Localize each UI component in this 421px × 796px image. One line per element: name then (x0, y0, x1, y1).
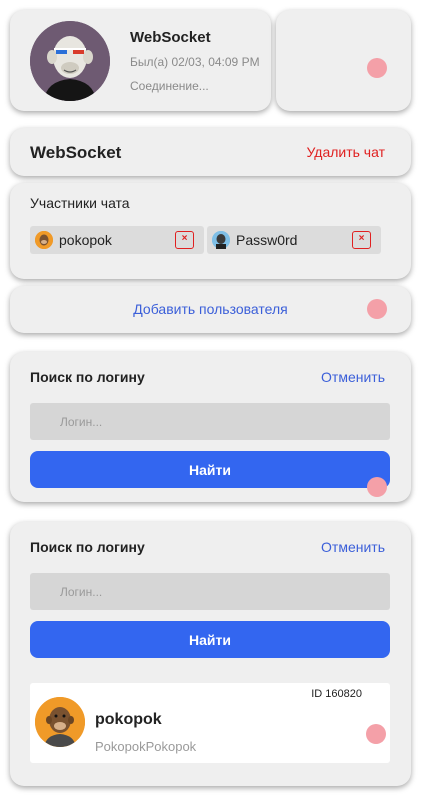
login-search-input[interactable] (30, 403, 390, 440)
last-seen-text: Был(а) 02/03, 04:09 PM (130, 55, 260, 69)
search-label: Поиск по логину (30, 539, 145, 555)
add-user-card[interactable]: Добавить пользователя (10, 286, 411, 333)
cancel-search-button[interactable]: Отменить (321, 369, 385, 385)
ape-avatar-icon (35, 697, 85, 747)
search-panel: Поиск по логину Отменить Найти ID 160820… (10, 522, 411, 786)
connection-status: Соединение... (130, 79, 209, 93)
delete-chat-button[interactable]: Удалить чат (306, 144, 385, 160)
find-button[interactable]: Найти (30, 621, 390, 658)
remove-participant-button[interactable]: × (352, 231, 371, 249)
chat-avatar[interactable] (30, 21, 110, 101)
result-user-login: PokopokPokopok (95, 739, 197, 754)
cancel-search-button[interactable]: Отменить (321, 539, 385, 555)
search-label: Поиск по логину (30, 369, 145, 385)
result-avatar (35, 697, 85, 747)
touch-indicator (367, 58, 387, 78)
touch-indicator (367, 477, 387, 497)
chat-header-card: WebSocket Был(а) 02/03, 04:09 PM Соедине… (10, 10, 271, 111)
participant-name: Passw0rd (236, 232, 298, 248)
participant-avatar (35, 231, 53, 249)
participant-chip[interactable]: Passw0rd × (207, 226, 381, 254)
search-panel: Поиск по логину Отменить Найти (10, 352, 411, 502)
find-button[interactable]: Найти (30, 451, 390, 488)
participant-avatar (212, 231, 230, 249)
chat-title-card: WebSocket Удалить чат (10, 128, 411, 176)
result-user-id: ID 160820 (311, 688, 362, 700)
chat-title: WebSocket (30, 143, 122, 162)
ape-avatar-icon (212, 231, 230, 249)
participant-chip[interactable]: pokopok × (30, 226, 204, 254)
chat-name: WebSocket (130, 29, 211, 46)
participants-card: Участники чата pokopok × Passw0rd × (10, 183, 411, 279)
participants-label: Участники чата (30, 195, 130, 211)
result-user-name: pokopok (95, 711, 162, 728)
participant-name: pokopok (59, 232, 112, 248)
login-search-input[interactable] (30, 573, 390, 610)
touch-indicator (366, 724, 386, 744)
ape-avatar-icon (30, 21, 110, 101)
ape-avatar-icon (35, 231, 53, 249)
add-user-button[interactable]: Добавить пользователя (10, 301, 411, 317)
touch-indicator (367, 299, 387, 319)
remove-participant-button[interactable]: × (175, 231, 194, 249)
chat-menu-card[interactable]: ··· (276, 10, 411, 111)
search-result-item[interactable]: ID 160820 pokopok PokopokPokopok (30, 683, 390, 763)
